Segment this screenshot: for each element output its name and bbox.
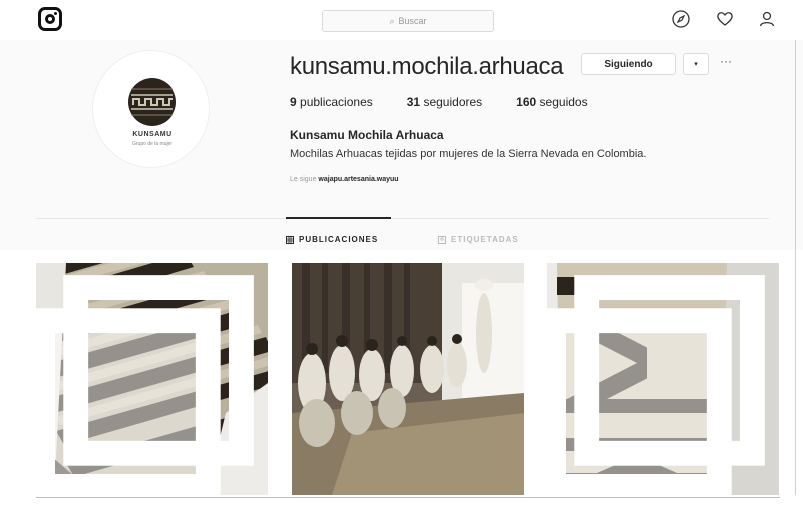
tabs-divider <box>36 218 769 219</box>
profile-username: kunsamu.mochila.arhuaca <box>290 53 564 80</box>
followed-by-link[interactable]: wajapu.artesania.wayuu <box>318 176 398 183</box>
avatar[interactable]: KUNSAMU Grupo de la mujer <box>92 50 210 168</box>
active-tab-indicator <box>286 217 391 219</box>
multiple-photos-icon <box>547 275 765 495</box>
posts-label: publicaciones <box>300 95 373 109</box>
chevron-down-icon[interactable]: ▾ <box>683 53 709 75</box>
avatar-brand: KUNSAMU <box>132 131 172 138</box>
tab-posts-label: PUBLICACIONES <box>299 235 379 244</box>
post-thumbnail[interactable] <box>547 263 779 495</box>
grid-icon <box>286 235 294 244</box>
tab-tagged[interactable]: ETIQUETADAS <box>438 235 519 244</box>
post-image <box>292 263 524 495</box>
followers-label: seguidores <box>423 95 483 109</box>
tab-posts[interactable]: PUBLICACIONES <box>286 235 378 244</box>
profile-full-name: Kunsamu Mochila Arhuaca <box>290 128 444 142</box>
followed-by-prefix: Le sigue <box>290 176 317 183</box>
search-placeholder: Buscar <box>398 16 427 26</box>
grid-bottom-edge <box>36 497 780 498</box>
followers-stat[interactable]: 31 seguidores <box>407 95 482 109</box>
posts-grid <box>36 263 780 495</box>
instagram-logo-icon[interactable] <box>38 7 62 31</box>
following-label: seguidos <box>539 95 588 109</box>
followers-count: 31 <box>406 95 421 109</box>
top-navigation-bar: ⌕ Buscar <box>0 0 803 40</box>
search-icon: ⌕ <box>389 15 395 26</box>
following-count: 160 <box>516 95 537 109</box>
more-options-icon[interactable]: ··· <box>720 54 732 68</box>
kunsamu-logo-icon <box>128 78 176 126</box>
following-button[interactable]: Siguiendo <box>581 53 676 75</box>
post-thumbnail[interactable] <box>292 263 524 495</box>
posts-stat[interactable]: 9 publicaciones <box>290 95 373 109</box>
posts-count: 9 <box>290 95 297 109</box>
window-edge <box>795 40 796 495</box>
multiple-photos-icon <box>36 275 254 495</box>
heart-icon[interactable] <box>715 9 735 29</box>
tab-tagged-label: ETIQUETADAS <box>451 235 519 244</box>
following-stat[interactable]: 160 seguidos <box>516 95 587 109</box>
compass-icon[interactable] <box>671 9 691 29</box>
post-thumbnail[interactable] <box>36 263 268 495</box>
avatar-tag: Grupo de la mujer <box>131 141 173 147</box>
followed-by: Le sigue wajapu.artesania.wayuu <box>290 176 399 183</box>
user-icon[interactable] <box>757 9 777 29</box>
profile-stats: 9 publicaciones 31 seguidores 160 seguid… <box>290 95 622 109</box>
search-input[interactable]: ⌕ Buscar <box>322 10 494 32</box>
profile-bio: Mochilas Arhuacas tejidas por mujeres de… <box>290 148 647 160</box>
tag-icon <box>438 235 446 244</box>
